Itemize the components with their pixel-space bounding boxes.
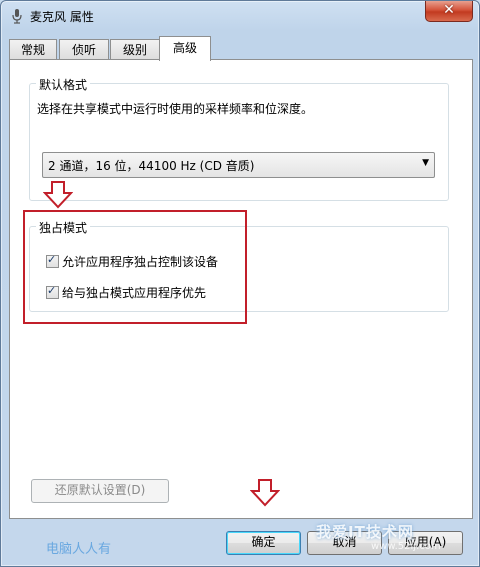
window-title: 麦克风 属性 [30,10,94,24]
format-dropdown-value: 2 通道，16 位，44100 Hz (CD 音质) [48,159,255,173]
tab-levels[interactable]: 级别 [110,39,160,60]
tab-advanced[interactable]: 高级 [159,36,211,61]
down-arrow-icon [43,181,73,209]
down-arrow-icon [250,479,280,507]
tab-general[interactable]: 常规 [9,39,57,60]
default-format-description: 选择在共享模式中运行时使用的采样频率和位深度。 [37,102,314,116]
tab-listen[interactable]: 侦听 [59,39,109,60]
ok-button[interactable]: 确定 [226,531,301,555]
close-icon: ✕ [443,2,455,18]
watermark-right: 我爱IT技术网 [316,523,414,541]
highlight-box [23,210,247,324]
chevron-down-icon: ▼ [422,158,429,168]
watermark-url: www.52ij.com [371,541,441,552]
watermark-left: 电脑人人有 [46,542,112,557]
default-format-label: 默认格式 [36,76,91,93]
restore-defaults-button[interactable]: 还原默认设置(D) [31,479,169,503]
properties-window: 麦克风 属性 ✕ 常规 侦听 级别 高级 默认格式 选择在共享模式中运行时使用的… [0,0,480,567]
title-bar[interactable]: 麦克风 属性 ✕ [1,1,479,31]
format-dropdown[interactable]: 2 通道，16 位，44100 Hz (CD 音质) ▼ [42,152,435,178]
microphone-icon [12,9,22,24]
close-button[interactable]: ✕ [425,1,473,22]
